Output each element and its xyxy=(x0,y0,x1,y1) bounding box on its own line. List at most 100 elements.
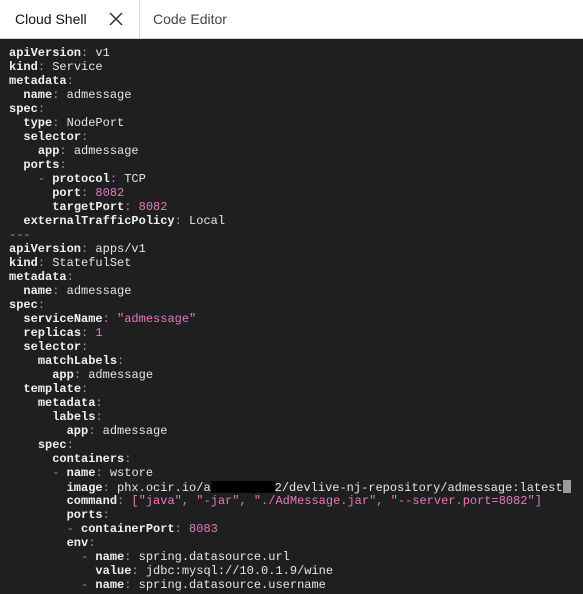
code-token: metadata xyxy=(9,74,67,88)
code-token: : xyxy=(66,74,74,88)
code-line: matchLabels: xyxy=(9,354,571,368)
code-line: image: phx.ocir.io/a 2/devlive-nj-reposit… xyxy=(9,480,571,495)
code-token: StatefulSet xyxy=(45,256,132,270)
code-token: admessage xyxy=(59,88,132,102)
code-line: ports: xyxy=(9,508,571,522)
code-line: replicas: 1 xyxy=(9,326,571,340)
code-token: : xyxy=(102,508,110,522)
code-token: : xyxy=(59,158,67,172)
code-line: template: xyxy=(9,382,571,396)
code-line: spec: xyxy=(9,438,571,452)
code-token: metadata xyxy=(9,270,67,284)
code-token: admessage xyxy=(95,424,168,438)
code-line: containers: xyxy=(9,452,571,466)
code-token: : xyxy=(124,452,132,466)
code-token: : xyxy=(37,256,46,270)
code-line: apiVersion: v1 xyxy=(9,46,571,60)
code-token: : xyxy=(95,466,103,480)
code-line: metadata: xyxy=(9,396,571,410)
code-token: : xyxy=(109,172,118,186)
code-token: app xyxy=(37,144,60,158)
code-token: : xyxy=(174,522,182,536)
tab-label: Code Editor xyxy=(153,11,227,27)
code-token: replicas xyxy=(23,326,82,340)
code-token: 1 xyxy=(88,326,103,340)
code-line: selector: xyxy=(9,130,571,144)
code-token: : xyxy=(174,214,182,228)
code-token: - xyxy=(37,172,46,186)
code-token: : xyxy=(131,564,139,578)
code-line: targetPort: 8082 xyxy=(9,200,571,214)
code-token: containerPort xyxy=(81,522,175,536)
code-token: targetPort xyxy=(52,200,125,214)
redacted-block xyxy=(210,481,275,493)
code-token: template xyxy=(23,382,82,396)
tab-cloud-shell[interactable]: Cloud Shell xyxy=(0,0,140,38)
code-token: - xyxy=(66,522,74,536)
text-cursor xyxy=(562,480,571,493)
code-token: TCP xyxy=(117,172,146,186)
code-token: : xyxy=(102,481,110,495)
code-token: command xyxy=(66,494,118,508)
code-token: Local xyxy=(181,214,226,228)
code-token: selector xyxy=(23,340,82,354)
code-token: image xyxy=(66,481,103,495)
code-token: protocol xyxy=(52,172,110,186)
code-token: labels xyxy=(52,410,96,424)
code-token: : xyxy=(95,396,103,410)
code-token: 8082 xyxy=(88,186,125,200)
code-line: - name: spring.datasource.username xyxy=(9,578,571,592)
code-token: name xyxy=(95,578,125,592)
code-line: app: admessage xyxy=(9,424,571,438)
code-token: 8083 xyxy=(181,522,218,536)
code-token: externalTrafficPolicy xyxy=(23,214,175,228)
code-token: : xyxy=(102,312,110,326)
tab-bar: Cloud Shell Code Editor xyxy=(0,0,583,39)
code-token: : xyxy=(37,60,46,74)
code-line: metadata: xyxy=(9,270,571,284)
yaml-code: apiVersion: v1 kind: Service metadata: nam… xyxy=(9,46,571,592)
code-token: name xyxy=(66,466,96,480)
code-token: port xyxy=(52,186,82,200)
code-token: : xyxy=(66,438,74,452)
close-icon[interactable] xyxy=(108,11,124,27)
code-line: serviceName: "admessage" xyxy=(9,312,571,326)
code-token: 8082 xyxy=(131,200,168,214)
code-line: selector: xyxy=(9,340,571,354)
code-token: spring.datasource.url xyxy=(131,550,290,564)
code-line: name: admessage xyxy=(9,88,571,102)
code-line: type: NodePort xyxy=(9,116,571,130)
code-line: - protocol: TCP xyxy=(9,172,571,186)
code-line: apiVersion: apps/v1 xyxy=(9,242,571,256)
code-token: : xyxy=(66,270,74,284)
code-line: port: 8082 xyxy=(9,186,571,200)
code-token: name xyxy=(23,284,53,298)
code-token: metadata xyxy=(37,396,96,410)
terminal-editor[interactable]: apiVersion: v1 kind: Service metadata: nam… xyxy=(0,39,583,594)
code-line: spec: xyxy=(9,102,571,116)
code-token: spec xyxy=(9,102,38,116)
code-line: labels: xyxy=(9,410,571,424)
code-line: metadata: xyxy=(9,74,571,88)
